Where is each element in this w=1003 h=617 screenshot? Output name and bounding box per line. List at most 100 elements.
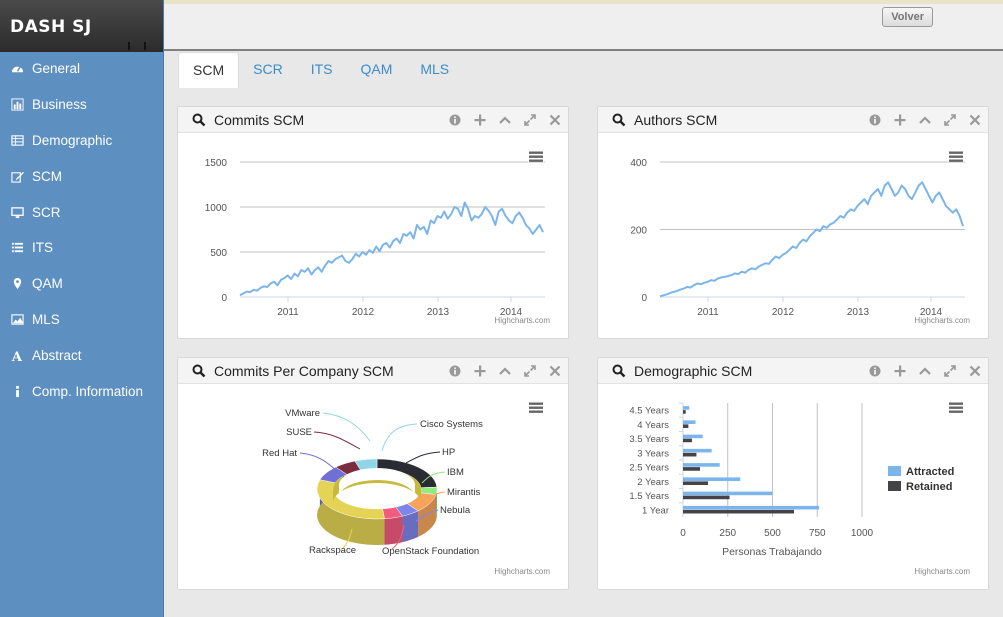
y-tick-label: 2.5 Years <box>629 463 669 474</box>
sidebar-item-qam[interactable]: QAM <box>0 266 163 302</box>
panel-tools <box>447 112 562 127</box>
legend-item: Attracted <box>906 466 954 478</box>
panel-header: Demographic SCM <box>598 358 988 384</box>
tab-qam[interactable]: QAM <box>346 52 406 88</box>
legend-swatch <box>888 466 901 476</box>
chart-companies: VMware SUSE Red Hat Cisco Systems HP IBM Miran… <box>192 393 556 577</box>
x-tick-label: 750 <box>809 528 826 539</box>
back-button[interactable]: Volver <box>882 7 933 27</box>
y-tick-label: 0 <box>221 293 227 304</box>
close-icon[interactable] <box>967 112 982 127</box>
bar-retained <box>683 495 730 500</box>
sidebar-item-mls[interactable]: MLS <box>0 302 163 338</box>
bar-retained <box>683 509 794 514</box>
chart-credits: Highcharts.com <box>494 316 550 325</box>
sidebar-item-label: Abstract <box>32 347 82 363</box>
donut-label: Mirantis <box>447 487 481 498</box>
tab-mls[interactable]: MLS <box>406 52 463 88</box>
y-tick-label: 4 Years <box>637 420 669 431</box>
chart-demographic: 0 250 500 750 1000 4.5 Years 4 Years 3.5 Years 3… <box>612 393 976 577</box>
chevron-up-icon[interactable] <box>917 363 932 378</box>
chart-menu-icon[interactable] <box>528 150 544 162</box>
dashboard-icon <box>11 62 31 76</box>
x-tick-label: 250 <box>719 528 736 539</box>
panel-title: Demographic SCM <box>634 362 753 379</box>
commits-line-chart: 0500100015002011 2012 2013 2014Highcharts.c… <box>205 150 550 325</box>
y-tick-label: 200 <box>630 226 647 237</box>
info-icon[interactable] <box>867 363 882 378</box>
x-tick-label: 0 <box>680 528 686 539</box>
sidebar-item-demographic[interactable]: Demographic <box>0 123 163 159</box>
y-tick-label: 4.5 Years <box>629 406 669 417</box>
chevron-up-icon[interactable] <box>497 363 512 378</box>
y-tick-label: 3 Years <box>637 448 669 459</box>
bar-attracted <box>683 477 741 481</box>
plus-icon[interactable] <box>892 112 907 127</box>
tab-scr[interactable]: SCR <box>239 52 297 88</box>
panel-header: Authors SCM <box>598 107 988 133</box>
y-tick-label: 1500 <box>205 158 228 169</box>
expand-icon[interactable] <box>522 112 537 127</box>
chart-authors: 0 200 400 2011 2012 2013 2014 Highcharts.com <box>612 142 976 326</box>
sidebar-item-scm[interactable]: SCM <box>0 158 163 194</box>
bar-attracted <box>683 420 696 424</box>
bar-retained <box>683 410 686 414</box>
sidebar-item-its[interactable]: ITS <box>0 230 163 266</box>
info-icon <box>11 384 31 398</box>
plus-icon[interactable] <box>472 363 487 378</box>
panel-companies: Commits Per Company SCM VMware SUSE Red Ha… <box>177 357 569 590</box>
brand-logo[interactable]: DASH SJ <box>0 0 163 52</box>
chart-menu-icon[interactable] <box>948 401 964 413</box>
sidebar-item-abstract[interactable]: A Abstract <box>0 337 163 373</box>
table-icon <box>11 133 31 147</box>
expand-icon[interactable] <box>942 363 957 378</box>
y-tick-label: 500 <box>210 248 227 259</box>
sidebar-item-comp-information[interactable]: Comp. Information <box>0 373 163 409</box>
x-tick-label: 2013 <box>427 307 450 318</box>
series-line <box>659 181 964 298</box>
search-icon <box>612 113 626 126</box>
bar-retained <box>683 424 689 428</box>
panel-tools <box>867 363 982 378</box>
panel-tools <box>867 112 982 127</box>
x-tick-label: 500 <box>764 528 781 539</box>
plus-icon[interactable] <box>892 363 907 378</box>
donut-label: OpenStack Foundation <box>382 546 479 557</box>
x-tick-label: 2012 <box>352 307 375 318</box>
expand-icon[interactable] <box>942 112 957 127</box>
bar-attracted <box>683 463 720 467</box>
chart-menu-icon[interactable] <box>948 150 964 162</box>
expand-icon[interactable] <box>522 363 537 378</box>
list-icon <box>11 241 31 255</box>
monitor-icon <box>11 205 31 219</box>
authors-line-chart: 02004002011 2012 2013 2014Highcharts.com <box>630 150 970 325</box>
chevron-up-icon[interactable] <box>497 112 512 127</box>
close-icon[interactable] <box>547 363 562 378</box>
donut-label: Rackspace <box>309 545 356 556</box>
sidebar-item-scr[interactable]: SCR <box>0 194 163 230</box>
sidebar-item-general[interactable]: General <box>0 51 163 87</box>
plus-icon[interactable] <box>472 112 487 127</box>
info-icon[interactable] <box>447 112 462 127</box>
y-tick-label: 1.5 Years <box>629 491 669 502</box>
bar-chart-icon <box>11 98 31 112</box>
sidebar-item-business[interactable]: Business <box>0 87 163 123</box>
y-tick-label: 0 <box>641 293 647 304</box>
info-icon[interactable] <box>867 112 882 127</box>
y-tick-label: 1 Year <box>642 505 669 516</box>
tab-scm[interactable]: SCM <box>178 52 240 88</box>
close-icon[interactable] <box>547 112 562 127</box>
bar-attracted <box>683 434 703 439</box>
y-tick-label: 3.5 Years <box>629 434 669 445</box>
chevron-up-icon[interactable] <box>917 112 932 127</box>
tab-its[interactable]: ITS <box>297 52 347 88</box>
donut-connector <box>322 412 371 442</box>
search-icon <box>192 364 206 377</box>
series-line <box>239 201 544 297</box>
info-icon[interactable] <box>447 363 462 378</box>
panel-demographic: Demographic SCM 0 250 500 750 1000 4.5 Years 4… <box>597 357 989 590</box>
donut-label: SUSE <box>286 427 312 438</box>
chart-menu-icon[interactable] <box>528 401 544 413</box>
close-icon[interactable] <box>967 363 982 378</box>
svg-text:A: A <box>11 350 23 362</box>
